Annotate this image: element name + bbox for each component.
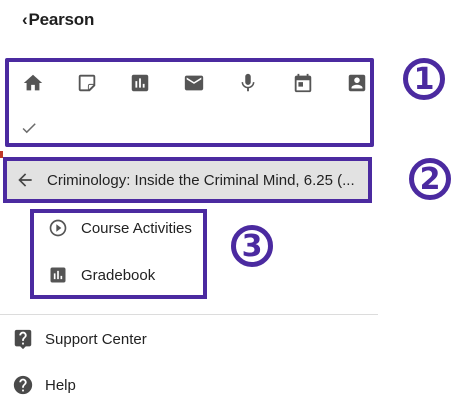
step-badge-1: 1 [403, 58, 445, 100]
toolbar-icon-row [20, 70, 370, 96]
help-circle-icon [13, 375, 33, 395]
logo-text: Pearson [28, 10, 95, 29]
gradebook-link[interactable]: Gradebook [48, 265, 155, 285]
pearson-logo[interactable]: ‹Pearson [22, 10, 94, 30]
support-center-label: Support Center [45, 330, 147, 348]
contact-icon[interactable] [344, 70, 370, 96]
arrow-left-icon[interactable] [15, 170, 35, 190]
home-icon[interactable] [20, 70, 46, 96]
support-center-link[interactable]: Support Center [12, 328, 147, 350]
mail-icon[interactable] [181, 70, 207, 96]
course-title: Criminology: Inside the Criminal Mind, 6… [47, 171, 355, 189]
gradebook-icon [50, 267, 66, 283]
gradebook-label: Gradebook [81, 266, 156, 284]
step-badge-2: 2 [409, 158, 451, 200]
calendar-icon[interactable] [290, 70, 316, 96]
step-badge-3: 3 [231, 225, 273, 267]
chart-icon[interactable] [127, 70, 153, 96]
course-activities-label: Course Activities [81, 219, 192, 237]
check-icon[interactable] [20, 119, 44, 139]
menu-divider [0, 314, 378, 315]
course-back-bar[interactable]: Criminology: Inside the Criminal Mind, 6… [3, 157, 372, 203]
help-link[interactable]: Help [12, 374, 76, 396]
course-activities-link[interactable]: Course Activities [48, 218, 192, 238]
help-square-icon [14, 329, 32, 350]
logo-mark: ‹ [22, 10, 28, 29]
microphone-icon[interactable] [235, 70, 261, 96]
note-icon[interactable] [74, 70, 100, 96]
play-circle-icon [49, 219, 67, 237]
help-label: Help [45, 376, 76, 394]
